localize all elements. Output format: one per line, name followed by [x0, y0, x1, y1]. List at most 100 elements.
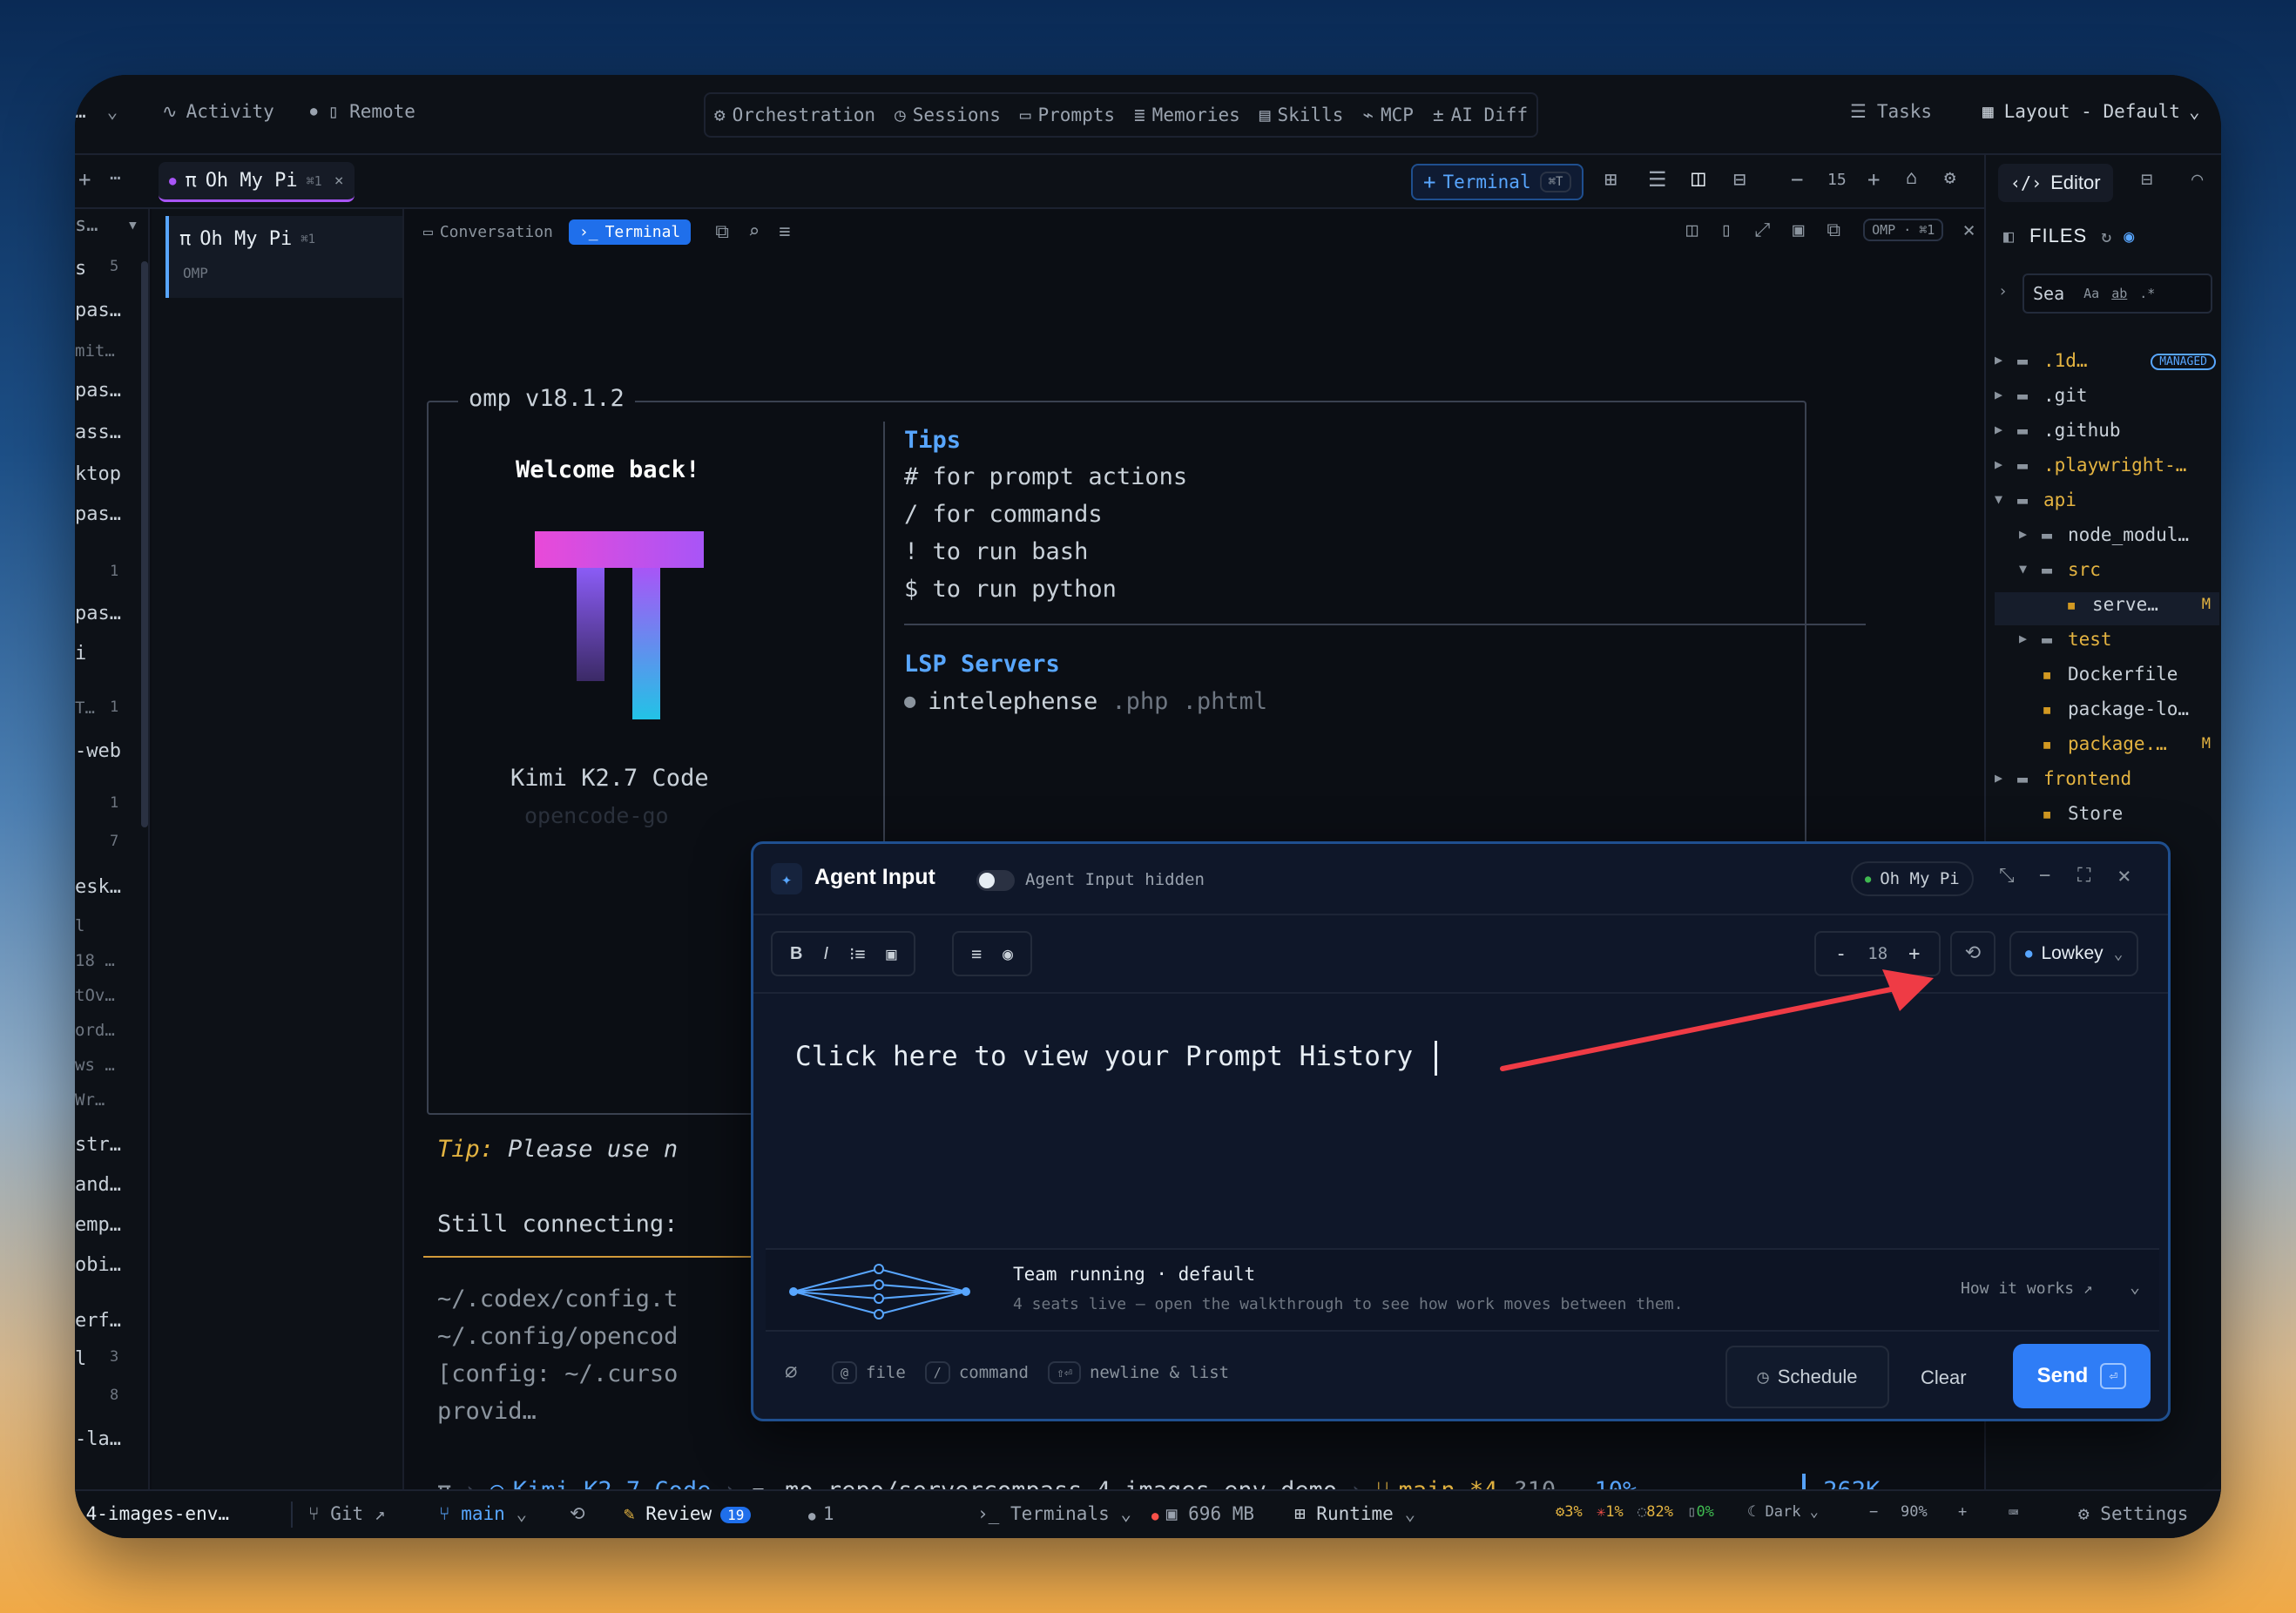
- eye-icon[interactable]: ◉: [2124, 226, 2134, 246]
- file-tree-item[interactable]: ▼ ▬ src: [1995, 557, 2219, 591]
- add-tab-icon[interactable]: +: [78, 167, 91, 192]
- schedule-button[interactable]: ◷ Schedule: [1725, 1346, 1889, 1408]
- settings-button[interactable]: ⚙ Settings: [2078, 1503, 2188, 1524]
- send-button[interactable]: Send ⏎: [2013, 1344, 2151, 1408]
- gauge-icon[interactable]: ◠: [2191, 169, 2203, 191]
- nav-skills[interactable]: ▤ Skills: [1259, 105, 1344, 125]
- sidebar-selector[interactable]: s… ▾: [75, 214, 138, 236]
- sidebar-item[interactable]: pas…: [75, 300, 121, 321]
- file-tree-item[interactable]: ▶ ▬ node_modul…: [1995, 523, 2219, 556]
- editor-tab[interactable]: ‹/› Editor: [1998, 164, 2113, 202]
- copy-icon[interactable]: ⧉: [715, 221, 729, 243]
- whole-word-icon[interactable]: ab: [2111, 286, 2127, 301]
- sidebar-icon[interactable]: ◧: [2003, 226, 2014, 246]
- nav-memories[interactable]: ≣ Memories: [1134, 105, 1240, 125]
- sidebar-item[interactable]: mit…: [75, 341, 115, 361]
- minimize-icon[interactable]: −: [2039, 865, 2050, 887]
- file-icon[interactable]: ▯: [1720, 219, 1732, 241]
- rows-icon[interactable]: ☰: [1648, 167, 1667, 192]
- how-it-works-link[interactable]: How it works ↗: [1961, 1279, 2093, 1298]
- sidebar-item[interactable]: pas…: [75, 603, 121, 624]
- file-tree-item[interactable]: ▶ ▬ .github: [1995, 418, 2219, 451]
- sidebar-item[interactable]: erf…: [75, 1310, 121, 1332]
- nav-prompts[interactable]: ▭ Prompts: [1020, 105, 1115, 125]
- sidebar-item[interactable]: emp…: [75, 1214, 121, 1236]
- split-icon[interactable]: ⊟: [1733, 167, 1746, 192]
- external-link-icon[interactable]: ⧉: [1827, 219, 1840, 241]
- sidebar-item[interactable]: and…: [75, 1174, 121, 1196]
- grid-icon[interactable]: ⊞: [1604, 167, 1617, 192]
- sidebar-item[interactable]: i: [75, 643, 86, 665]
- expand-icon[interactable]: ⤢: [1755, 219, 1771, 241]
- wrap-icon[interactable]: ≡: [779, 221, 790, 243]
- zoom-in-icon[interactable]: +: [1867, 167, 1880, 192]
- file-tree-item[interactable]: ▪ Store: [1995, 801, 2219, 834]
- terminals-menu[interactable]: ›_ Terminals ⌄: [977, 1503, 1131, 1524]
- home-icon[interactable]: ⌂: [1906, 167, 1917, 189]
- sidebar-item[interactable]: ktop: [75, 463, 121, 485]
- search-icon[interactable]: ⌕: [748, 221, 760, 243]
- activity-button[interactable]: ∿ Activity: [162, 101, 274, 122]
- sidebar-item[interactable]: str…: [75, 1134, 121, 1156]
- branch-selector[interactable]: ⑂ main ⌄: [439, 1503, 527, 1524]
- tab-conversation[interactable]: ▭ Conversation: [423, 223, 553, 241]
- sidebar-item[interactable]: l3: [75, 1348, 118, 1370]
- sidebar-item[interactable]: -web: [75, 740, 121, 762]
- file-tree-item[interactable]: ▪ package-lo…: [1995, 697, 2219, 730]
- file-tree-item[interactable]: ▪ package.… M: [1995, 732, 2219, 765]
- minimize-arrows-icon[interactable]: ⤡: [1999, 865, 2015, 887]
- window-icon[interactable]: ▣: [1793, 219, 1804, 241]
- panel-icon[interactable]: ⊟: [2141, 169, 2152, 191]
- eye-icon[interactable]: ◉: [992, 943, 1023, 964]
- file-tree-item[interactable]: ▼ ▬ api: [1995, 488, 2219, 521]
- zoom-in-icon[interactable]: +: [1958, 1503, 1967, 1521]
- file-tree-item[interactable]: ▶ ▬ .git: [1995, 383, 2219, 416]
- problems-count[interactable]: ● 1: [808, 1503, 834, 1524]
- file-tree-item[interactable]: ▶ ▬ test: [1995, 627, 2219, 660]
- session-chip[interactable]: ● Oh My Pi: [1851, 861, 1974, 896]
- keyboard-icon[interactable]: ⌨: [2009, 1503, 2018, 1522]
- columns-icon[interactable]: ◫: [1692, 165, 1705, 192]
- tab-oh-my-pi[interactable]: ● π Oh My Pi ⌘1 ×: [159, 162, 355, 202]
- new-terminal-button[interactable]: + Terminal ⌘T: [1411, 164, 1584, 200]
- attach-icon[interactable]: ⌀: [785, 1360, 797, 1384]
- file-tree-item[interactable]: ▶ ▬ .playwright-…: [1995, 453, 2219, 486]
- match-case-icon[interactable]: Aa: [2083, 286, 2099, 301]
- file-tree-item[interactable]: ▪ serve… M: [1995, 592, 2219, 625]
- toggle-switch[interactable]: [976, 870, 1015, 891]
- chevron-right-icon[interactable]: ›: [1998, 282, 2008, 300]
- review-button[interactable]: ✎ Review 19: [624, 1503, 752, 1524]
- book-icon[interactable]: ◫: [1686, 219, 1698, 241]
- team-banner[interactable]: Team running · default 4 seats live — op…: [766, 1248, 2159, 1332]
- history-button[interactable]: ⟲: [1950, 931, 1995, 976]
- tab-terminal[interactable]: ›_ Terminal: [568, 219, 692, 245]
- nav-sessions[interactable]: ◷ Sessions: [895, 105, 1001, 125]
- search-input[interactable]: Sea Aa ab .*: [2023, 273, 2212, 314]
- sidebar-item[interactable]: ass…: [75, 422, 121, 443]
- close-icon[interactable]: ×: [1962, 218, 1975, 242]
- runtime-menu[interactable]: ⊞ Runtime ⌄: [1294, 1503, 1415, 1524]
- file-tree-item[interactable]: ▶ ▬ frontend: [1995, 766, 2219, 800]
- close-icon[interactable]: ×: [334, 172, 344, 190]
- refresh-icon[interactable]: ↻: [2101, 226, 2111, 246]
- sidebar-item[interactable]: pas…: [75, 503, 121, 525]
- nav-mcp[interactable]: ⌁ MCP: [1362, 105, 1414, 125]
- sidebar-item[interactable]: ord…: [75, 1021, 115, 1040]
- zoom-out-icon[interactable]: −: [1869, 1503, 1878, 1521]
- theme-selector[interactable]: ☾ Dark ⌄: [1747, 1503, 1819, 1521]
- sidebar-item[interactable]: T… 1: [75, 699, 118, 718]
- sidebar-item[interactable]: -la…: [75, 1428, 121, 1450]
- git-button[interactable]: ⑂ Git ↗: [308, 1503, 385, 1524]
- align-icon[interactable]: ≡: [961, 943, 992, 964]
- sidebar-item[interactable]: 18 …: [75, 951, 115, 970]
- session-item[interactable]: π Oh My Pi ⌘1 OMP: [165, 216, 402, 298]
- file-tree-item[interactable]: ▪ Dockerfile: [1995, 662, 2219, 695]
- nav-orchestration[interactable]: ⚙ Orchestration: [714, 105, 875, 125]
- zoom-out-icon[interactable]: −: [1791, 167, 1803, 192]
- bold-button[interactable]: B: [780, 944, 813, 964]
- mode-selector[interactable]: ● Lowkey ⌄: [2009, 931, 2139, 976]
- sidebar-item[interactable]: Wr…: [75, 1090, 105, 1110]
- gear-icon[interactable]: ⚙: [1944, 167, 1955, 189]
- sidebar-item[interactable]: tOv…: [75, 986, 115, 1005]
- sidebar-item[interactable]: pas…: [75, 380, 121, 402]
